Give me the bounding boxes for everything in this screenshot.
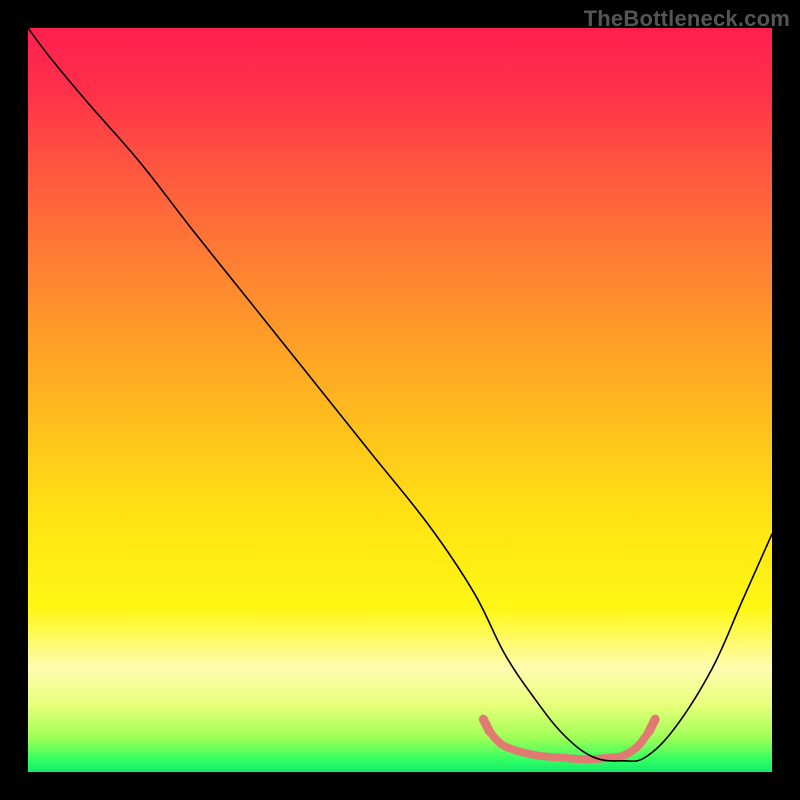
bottleneck-curve (28, 28, 772, 761)
highlight-end-left (483, 719, 489, 731)
bottom-highlight (489, 731, 649, 759)
plot-area (28, 28, 772, 772)
plot-frame (28, 28, 772, 772)
watermark-text: TheBottleneck.com (584, 6, 790, 32)
curve-layer (28, 28, 772, 772)
highlight-end-right (649, 719, 655, 731)
